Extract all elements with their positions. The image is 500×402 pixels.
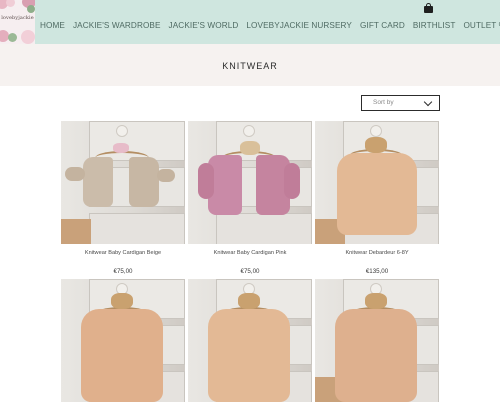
site-logo[interactable]: lovebyjackie <box>0 0 35 44</box>
product-image[interactable] <box>315 121 439 244</box>
nav-item-birthlist[interactable]: BIRTHLIST <box>413 20 456 32</box>
product-name[interactable]: Knitwear Debardeur 6-8Y <box>315 250 439 256</box>
product-price: €75,00 <box>113 268 133 275</box>
page-title: KNITWEAR <box>222 61 278 71</box>
sort-label: Sort by <box>373 99 394 106</box>
sort-dropdown[interactable]: Sort by <box>361 95 440 111</box>
nav-item-jackies-wardrobe[interactable]: JACKIE'S WARDROBE <box>73 20 161 32</box>
product-price: €135,00 <box>365 268 389 275</box>
product-image[interactable] <box>61 279 185 402</box>
product-name[interactable]: Knitwear Baby Cardigan Beige <box>61 250 185 256</box>
product-price: €75,00 <box>240 268 260 275</box>
site-header: lovebyjackie HOME JACKIE'S WARDROBE JACK… <box>0 0 500 44</box>
shopping-bag-icon[interactable] <box>424 3 433 13</box>
nav-item-jackies-world[interactable]: JACKIE'S WORLD <box>169 20 239 32</box>
chevron-down-icon <box>423 97 433 107</box>
main-navigation: HOME JACKIE'S WARDROBE JACKIE'S WORLD LO… <box>40 20 500 32</box>
nav-item-outlet[interactable]: OUTLET % <box>463 20 500 32</box>
product-image[interactable] <box>188 121 312 244</box>
product-image[interactable] <box>61 121 185 244</box>
product-name[interactable]: Knitwear Baby Cardigan Pink <box>188 250 312 256</box>
product-image[interactable] <box>188 279 312 402</box>
logo-wordmark: lovebyjackie <box>1 15 34 21</box>
nav-item-gift-card[interactable]: GIFT CARD <box>360 20 405 32</box>
nav-item-home[interactable]: HOME <box>40 20 65 32</box>
product-image[interactable] <box>315 279 439 402</box>
nav-item-lovebyjackie-nursery[interactable]: LOVEBYJACKIE NURSERY <box>246 20 352 32</box>
